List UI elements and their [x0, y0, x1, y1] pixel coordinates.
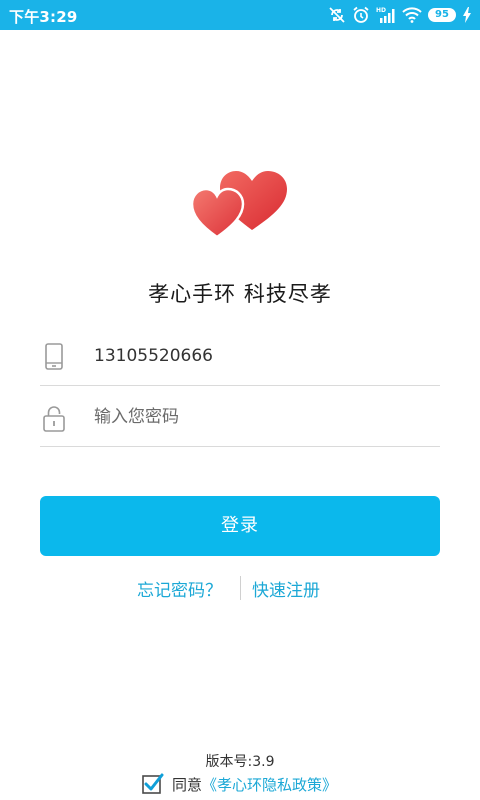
login-screen: 下午3:29 HD 95 孝心手环 科技尽孝 13105520666 登录 忘记…	[0, 0, 480, 800]
status-bar: 下午3:29 HD 95	[0, 0, 480, 30]
charging-icon	[462, 7, 472, 23]
svg-text:HD: HD	[376, 7, 386, 14]
app-slogan: 孝心手环 科技尽孝	[148, 282, 332, 306]
double-heart-logo-icon	[190, 168, 292, 240]
auth-links: 忘记密码？ 快速注册	[0, 572, 480, 602]
lock-icon	[43, 404, 65, 432]
forgot-password-link[interactable]: 忘记密码？	[137, 576, 222, 601]
sync-off-icon	[328, 6, 346, 24]
phone-input[interactable]	[94, 339, 424, 373]
phone-icon	[43, 343, 65, 371]
agree-label: 同意	[172, 775, 203, 794]
privacy-agreement: 同意 《孝心环隐私政策》	[142, 772, 337, 796]
status-icons: HD 95	[328, 4, 472, 26]
hd-signal-icon: HD	[376, 6, 396, 24]
privacy-policy-link[interactable]: 《孝心环隐私政策》	[202, 774, 337, 795]
phone-row	[40, 325, 440, 386]
password-row	[40, 386, 440, 447]
link-divider	[240, 576, 241, 600]
quick-register-link[interactable]: 快速注册	[252, 576, 320, 601]
version-text: 版本号:3.9	[205, 754, 275, 770]
status-time: 下午3:29	[9, 8, 78, 26]
wifi-icon	[402, 7, 422, 23]
battery-icon: 95	[428, 8, 456, 22]
alarm-icon	[352, 6, 370, 24]
login-button[interactable]: 登录	[40, 496, 440, 556]
password-input[interactable]	[94, 400, 424, 434]
agree-checkbox[interactable]	[142, 773, 164, 795]
